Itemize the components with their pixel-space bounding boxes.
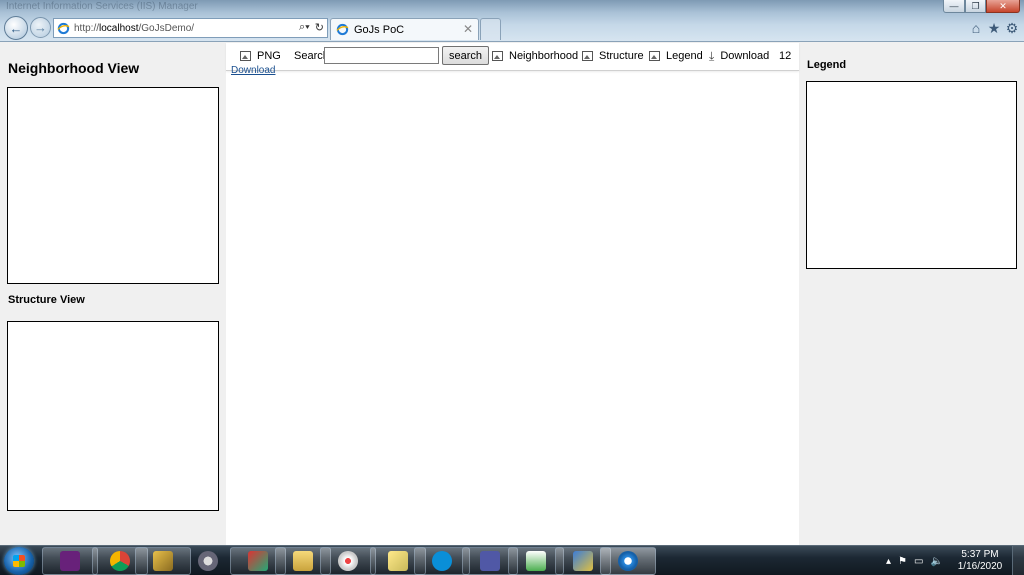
browser-chrome: Internet Information Services (IIS) Mana… bbox=[0, 0, 1024, 42]
skype-icon bbox=[432, 551, 452, 571]
clock-date: 1/16/2020 bbox=[957, 561, 1003, 572]
png-button[interactable]: PNG bbox=[240, 48, 281, 64]
new-tab-button[interactable] bbox=[480, 18, 501, 40]
neighborhood-png-button[interactable]: Neighborhood bbox=[492, 48, 578, 64]
maximize-button[interactable]: ❐ bbox=[965, 0, 986, 13]
taskbar-paint[interactable] bbox=[320, 547, 376, 575]
legend-label: Legend bbox=[666, 50, 703, 62]
ie-page-icon bbox=[57, 22, 70, 34]
neighborhood-label: Neighborhood bbox=[509, 50, 579, 62]
download-icon: ⤓ bbox=[709, 48, 715, 63]
address-url: http://localhost/GoJsDemo/ bbox=[74, 22, 195, 34]
search-dropdown-icon[interactable]: ⌕▾ bbox=[299, 21, 310, 34]
settings-gear-icon bbox=[198, 551, 218, 571]
tab-gojs-poc[interactable]: GoJs PoC ✕ bbox=[330, 18, 479, 40]
arrow-left-icon: ← bbox=[9, 20, 23, 36]
taskbar-internet-explorer[interactable] bbox=[600, 547, 656, 575]
image-icon bbox=[649, 51, 660, 61]
neighborhood-view-title: Neighborhood View bbox=[8, 60, 140, 76]
arrow-right-icon: → bbox=[34, 20, 47, 35]
close-window-button[interactable]: ✕ bbox=[986, 0, 1020, 13]
star-icon[interactable]: ★ bbox=[986, 20, 1002, 36]
item-count: 12 bbox=[779, 50, 792, 62]
project-chart-icon bbox=[526, 551, 546, 571]
left-panel: Neighborhood View Structure View bbox=[0, 43, 226, 545]
windows-taskbar: ▴ ⚑ ▭ 🔈 5:37 PM 1/16/2020 bbox=[0, 545, 1024, 575]
clock-time: 5:37 PM bbox=[961, 549, 999, 560]
search-input[interactable] bbox=[324, 47, 439, 64]
folder-icon bbox=[293, 551, 313, 571]
clock[interactable]: 5:37 PM 1/16/2020 bbox=[955, 549, 1005, 573]
tab-title: GoJs PoC bbox=[354, 23, 405, 36]
structure-png-button[interactable]: Structure bbox=[582, 48, 644, 64]
network-icon bbox=[573, 551, 593, 571]
neighborhood-view-canvas[interactable] bbox=[7, 87, 219, 284]
refresh-icon[interactable]: ↻ bbox=[315, 21, 324, 34]
legend-canvas[interactable] bbox=[806, 81, 1017, 269]
search-button[interactable]: search bbox=[442, 46, 489, 65]
notes-icon bbox=[388, 551, 408, 571]
address-bar[interactable]: http://localhost/GoJsDemo/ ⌕▾ ↻ bbox=[53, 18, 328, 38]
tools-icon bbox=[153, 551, 173, 571]
start-button[interactable] bbox=[4, 547, 34, 575]
taskbar-visual-studio[interactable] bbox=[42, 547, 98, 575]
structure-label: Structure bbox=[599, 50, 644, 62]
structure-view-title: Structure View bbox=[8, 294, 85, 306]
image-icon bbox=[492, 51, 503, 61]
main-diagram-area[interactable]: PNG Search: search Neighborhood Structur… bbox=[226, 43, 799, 545]
legend-title: Legend bbox=[807, 59, 847, 71]
network-tray-icon[interactable]: ▭ bbox=[914, 556, 923, 567]
chrome-icon bbox=[110, 551, 130, 571]
page-content: Neighborhood View Structure View PNG Sea… bbox=[0, 43, 1024, 545]
paint-icon bbox=[338, 551, 358, 571]
home-icon[interactable]: ⌂ bbox=[968, 20, 984, 36]
volume-icon[interactable]: 🔈 bbox=[930, 556, 942, 567]
forward-button[interactable]: → bbox=[30, 17, 51, 38]
chevron-up-icon[interactable]: ▴ bbox=[886, 556, 891, 567]
flag-icon[interactable]: ⚑ bbox=[898, 556, 907, 567]
teams-icon bbox=[480, 551, 500, 571]
outlook-icon bbox=[248, 551, 268, 571]
right-panel: Legend bbox=[799, 43, 1024, 545]
system-tray: ▴ ⚑ ▭ 🔈 bbox=[886, 546, 943, 575]
image-icon bbox=[240, 51, 251, 61]
minimize-button[interactable]: — bbox=[943, 0, 965, 13]
show-desktop-button[interactable] bbox=[1012, 546, 1024, 575]
back-button[interactable]: ← bbox=[4, 16, 28, 40]
legend-png-button[interactable]: Legend bbox=[649, 48, 703, 64]
background-window-title: Internet Information Services (IIS) Mana… bbox=[6, 1, 198, 12]
ie-tab-icon bbox=[336, 23, 349, 36]
diagram-toolbar: PNG Search: search Neighborhood Structur… bbox=[226, 43, 799, 76]
image-icon bbox=[582, 51, 593, 61]
internet-explorer-icon bbox=[618, 551, 638, 571]
taskbar-settings[interactable] bbox=[180, 547, 236, 575]
address-tools: ⌕▾ ↻ bbox=[299, 21, 324, 34]
gear-icon[interactable]: ⚙ bbox=[1004, 20, 1020, 36]
download-button[interactable]: ⤓ Download bbox=[709, 48, 769, 64]
structure-view-canvas[interactable] bbox=[7, 321, 219, 511]
png-label: PNG bbox=[257, 50, 281, 62]
visual-studio-icon bbox=[60, 551, 80, 571]
download-label: Download bbox=[720, 50, 770, 62]
tab-close-icon[interactable]: ✕ bbox=[463, 22, 473, 36]
download-link[interactable]: Download bbox=[231, 65, 275, 76]
